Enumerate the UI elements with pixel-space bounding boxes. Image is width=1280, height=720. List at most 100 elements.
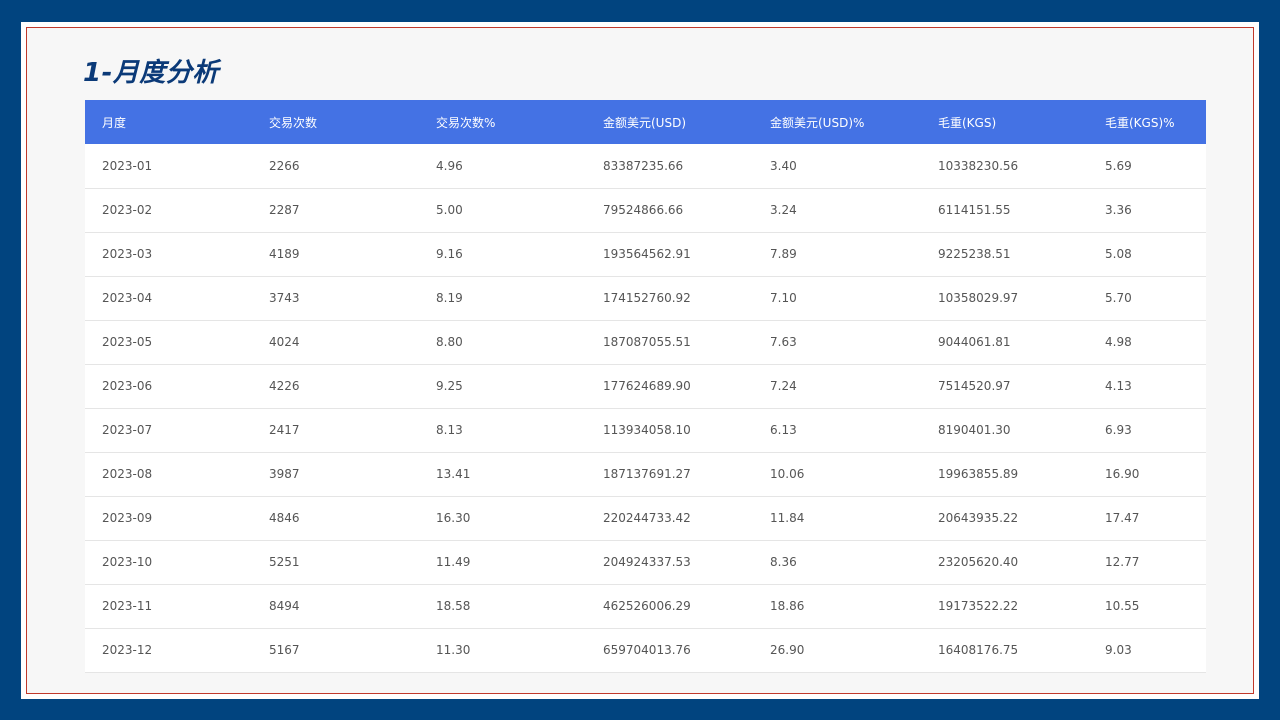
amount-usd-pct-cell: 7.10	[753, 276, 921, 321]
transactions-cell: 3987	[252, 452, 419, 497]
amount-usd-cell: 204924337.53	[586, 540, 753, 585]
gross-weight-pct-cell: 10.55	[1088, 584, 1206, 629]
amount-usd-pct-cell: 6.13	[753, 408, 921, 453]
month-cell: 2023-04	[85, 276, 252, 321]
transactions-cell: 2417	[252, 408, 419, 453]
transactions-pct-cell: 9.16	[419, 232, 586, 277]
amount-usd-cell: 220244733.42	[586, 496, 753, 541]
transactions-cell: 4846	[252, 496, 419, 541]
gross-weight-cell: 8190401.30	[921, 408, 1088, 453]
month-cell: 2023-03	[85, 232, 252, 277]
column-header-gross-weight-pct: 毛重(KGS)%	[1105, 115, 1175, 130]
amount-usd-pct-cell: 7.24	[753, 364, 921, 409]
gross-weight-cell: 19173522.22	[921, 584, 1088, 629]
month-cell: 2023-06	[85, 364, 252, 409]
table-header: 月度 交易次数 交易次数% 金额美元(USD) 金额美元(USD)% 毛重(KG…	[85, 100, 1206, 144]
amount-usd-pct-cell: 26.90	[753, 628, 921, 673]
transactions-pct-cell: 11.30	[419, 628, 586, 673]
transactions-pct-cell: 18.58	[419, 584, 586, 629]
gross-weight-pct-cell: 5.70	[1088, 276, 1206, 321]
transactions-pct-cell: 8.80	[419, 320, 586, 365]
transactions-pct-cell: 16.30	[419, 496, 586, 541]
gross-weight-pct-cell: 3.36	[1088, 188, 1206, 233]
gross-weight-pct-cell: 5.69	[1088, 144, 1206, 189]
amount-usd-cell: 659704013.76	[586, 628, 753, 673]
gross-weight-cell: 10338230.56	[921, 144, 1088, 189]
gross-weight-pct-cell: 16.90	[1088, 452, 1206, 497]
amount-usd-pct-cell: 10.06	[753, 452, 921, 497]
table-row: 2023-11 8494 18.58 462526006.29 18.86 1917352…	[85, 584, 1206, 629]
month-cell: 2023-10	[85, 540, 252, 585]
transactions-cell: 4024	[252, 320, 419, 365]
amount-usd-cell: 187137691.27	[586, 452, 753, 497]
gross-weight-pct-cell: 6.93	[1088, 408, 1206, 453]
gross-weight-cell: 20643935.22	[921, 496, 1088, 541]
transactions-pct-cell: 9.25	[419, 364, 586, 409]
column-header-amount-usd-pct: 金额美元(USD)%	[770, 115, 865, 130]
table-row: 2023-01 2266 4.96 83387235.66 3.40 10338230.5…	[85, 144, 1206, 189]
table-row: 2023-03 4189 9.16 193564562.91 7.89 9225238.5…	[85, 232, 1206, 277]
transactions-cell: 5167	[252, 628, 419, 673]
amount-usd-pct-cell: 18.86	[753, 584, 921, 629]
transactions-pct-cell: 8.19	[419, 276, 586, 321]
transactions-pct-cell: 11.49	[419, 540, 586, 585]
transactions-pct-cell: 13.41	[419, 452, 586, 497]
month-cell: 2023-08	[85, 452, 252, 497]
transactions-pct-cell: 4.96	[419, 144, 586, 189]
gross-weight-pct-cell: 9.03	[1088, 628, 1206, 673]
transactions-cell: 5251	[252, 540, 419, 585]
month-cell: 2023-01	[85, 144, 252, 189]
transactions-cell: 4226	[252, 364, 419, 409]
table-row: 2023-10 5251 11.49 204924337.53 8.36 23205620…	[85, 540, 1206, 585]
amount-usd-cell: 462526006.29	[586, 584, 753, 629]
transactions-pct-cell: 8.13	[419, 408, 586, 453]
column-header-transactions-pct: 交易次数%	[436, 115, 496, 130]
month-cell: 2023-09	[85, 496, 252, 541]
month-cell: 2023-12	[85, 628, 252, 673]
amount-usd-pct-cell: 7.63	[753, 320, 921, 365]
table-row: 2023-12 5167 11.30 659704013.76 26.90 1640817…	[85, 628, 1206, 673]
table-row: 2023-08 3987 13.41 187137691.27 10.06 1996385…	[85, 452, 1206, 497]
column-header-month: 月度	[102, 115, 127, 130]
gross-weight-pct-cell: 4.13	[1088, 364, 1206, 409]
transactions-pct-cell: 5.00	[419, 188, 586, 233]
page-title: 1-月度分析	[83, 58, 219, 88]
table-row: 2023-05 4024 8.80 187087055.51 7.63 9044061.8…	[85, 320, 1206, 365]
gross-weight-cell: 7514520.97	[921, 364, 1088, 409]
gross-weight-pct-cell: 4.98	[1088, 320, 1206, 365]
gross-weight-pct-cell: 12.77	[1088, 540, 1206, 585]
gross-weight-cell: 16408176.75	[921, 628, 1088, 673]
table-row: 2023-07 2417 8.13 113934058.10 6.13 8190401.3…	[85, 408, 1206, 453]
gross-weight-cell: 10358029.97	[921, 276, 1088, 321]
month-cell: 2023-05	[85, 320, 252, 365]
table-row: 2023-09 4846 16.30 220244733.42 11.84 2064393…	[85, 496, 1206, 541]
gross-weight-cell: 9225238.51	[921, 232, 1088, 277]
column-header-gross-weight: 毛重(KGS)	[938, 115, 997, 130]
amount-usd-pct-cell: 8.36	[753, 540, 921, 585]
month-cell: 2023-07	[85, 408, 252, 453]
transactions-cell: 2266	[252, 144, 419, 189]
gross-weight-pct-cell: 17.47	[1088, 496, 1206, 541]
gross-weight-cell: 9044061.81	[921, 320, 1088, 365]
monthly-analysis-table: 月度 交易次数 交易次数% 金额美元(USD) 金额美元(USD)% 毛重(KG…	[85, 100, 1206, 673]
slide: 1-月度分析 月度 交易次数 交易次数% 金额美元(USD) 金额美元(USD)…	[21, 22, 1259, 699]
amount-usd-cell: 193564562.91	[586, 232, 753, 277]
table-row: 2023-02 2287 5.00 79524866.66 3.24 6114151.55…	[85, 188, 1206, 233]
gross-weight-pct-cell: 5.08	[1088, 232, 1206, 277]
amount-usd-pct-cell: 3.40	[753, 144, 921, 189]
transactions-cell: 4189	[252, 232, 419, 277]
amount-usd-cell: 177624689.90	[586, 364, 753, 409]
amount-usd-pct-cell: 11.84	[753, 496, 921, 541]
transactions-cell: 8494	[252, 584, 419, 629]
column-header-transactions: 交易次数	[269, 115, 318, 130]
month-cell: 2023-11	[85, 584, 252, 629]
amount-usd-cell: 113934058.10	[586, 408, 753, 453]
month-cell: 2023-02	[85, 188, 252, 233]
table-row: 2023-04 3743 8.19 174152760.92 7.10 10358029.…	[85, 276, 1206, 321]
table-body: 2023-01 2266 4.96 83387235.66 3.40 10338230.5…	[85, 144, 1206, 673]
amount-usd-cell: 83387235.66	[586, 144, 753, 189]
amount-usd-pct-cell: 3.24	[753, 188, 921, 233]
gross-weight-cell: 19963855.89	[921, 452, 1088, 497]
table-row: 2023-06 4226 9.25 177624689.90 7.24 7514520.9…	[85, 364, 1206, 409]
header-row: 月度 交易次数 交易次数% 金额美元(USD) 金额美元(USD)% 毛重(KG…	[85, 100, 1206, 144]
